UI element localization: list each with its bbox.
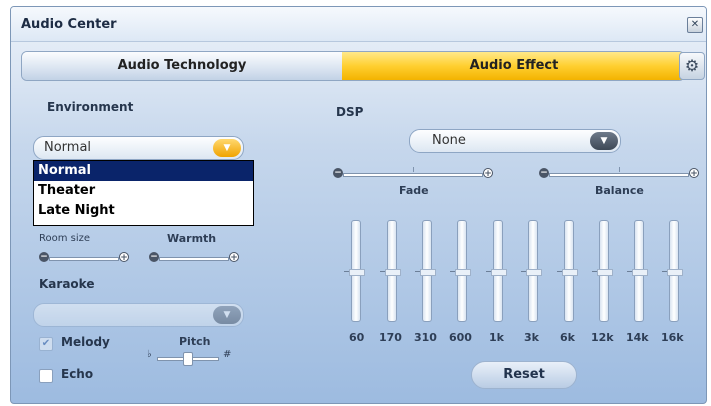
close-icon[interactable]: ✕ bbox=[687, 17, 703, 33]
chevron-down-icon[interactable]: ▼ bbox=[590, 132, 618, 150]
balance-slider[interactable]: − + bbox=[539, 167, 699, 181]
eq-slider[interactable] bbox=[415, 220, 436, 322]
tab-audio-technology[interactable]: Audio Technology bbox=[22, 52, 342, 80]
eq-slider[interactable] bbox=[627, 220, 648, 322]
chevron-down-icon[interactable]: ▼ bbox=[213, 306, 241, 324]
eq-band-label: 12k bbox=[591, 331, 614, 344]
eq-band-label: 1k bbox=[489, 331, 504, 344]
minus-icon[interactable]: − bbox=[333, 168, 343, 178]
eq-slider[interactable] bbox=[557, 220, 578, 322]
environment-dropdown-list: Normal Theater Late Night bbox=[33, 160, 254, 226]
echo-checkbox[interactable] bbox=[39, 369, 53, 383]
dsp-label: DSP bbox=[336, 105, 364, 119]
environment-label: Environment bbox=[47, 100, 134, 114]
eq-band-label: 14k bbox=[626, 331, 649, 344]
eq-band-label: 16k bbox=[661, 331, 684, 344]
dropdown-option-late-night[interactable]: Late Night bbox=[34, 201, 253, 221]
balance-label: Balance bbox=[595, 184, 644, 197]
dsp-selected-value: None bbox=[432, 133, 466, 148]
dropdown-option-theater[interactable]: Theater bbox=[34, 181, 253, 201]
room-size-label: Room size bbox=[39, 233, 91, 244]
tab-audio-effect[interactable]: Audio Effect bbox=[342, 52, 684, 80]
fade-label: Fade bbox=[399, 184, 429, 197]
plus-icon[interactable]: + bbox=[119, 252, 129, 263]
plus-icon[interactable]: + bbox=[483, 168, 493, 179]
pitch-flat-label: ♭ bbox=[147, 349, 152, 360]
plus-icon[interactable]: + bbox=[229, 252, 239, 263]
minus-icon[interactable]: − bbox=[149, 252, 159, 262]
karaoke-label: Karaoke bbox=[39, 277, 95, 291]
environment-selected-value: Normal bbox=[44, 140, 92, 155]
title-bar: Audio Center ✕ bbox=[11, 7, 706, 42]
eq-slider[interactable] bbox=[344, 220, 365, 322]
eq-band-label: 310 bbox=[414, 331, 437, 344]
room-size-slider[interactable]: − + bbox=[39, 251, 129, 265]
reset-button[interactable]: Reset bbox=[471, 361, 577, 389]
fade-slider[interactable]: − + bbox=[333, 167, 493, 181]
chevron-down-icon[interactable]: ▼ bbox=[213, 139, 241, 157]
eq-slider[interactable] bbox=[380, 220, 401, 322]
eq-band-label: 3k bbox=[524, 331, 539, 344]
pitch-label: Pitch bbox=[179, 335, 211, 348]
eq-band-label: 60 bbox=[349, 331, 365, 344]
environment-select[interactable]: Normal ▼ bbox=[33, 136, 244, 160]
minus-icon[interactable]: − bbox=[539, 168, 549, 178]
pitch-sharp-label: # bbox=[223, 349, 232, 360]
warmth-label: Warmth bbox=[167, 232, 217, 245]
melody-checkbox[interactable]: ✔ bbox=[39, 337, 53, 351]
eq-slider[interactable] bbox=[592, 220, 613, 322]
eq-slider[interactable] bbox=[521, 220, 542, 322]
minus-icon[interactable]: − bbox=[39, 252, 49, 262]
eq-slider[interactable] bbox=[662, 220, 683, 322]
melody-label: Melody bbox=[61, 335, 110, 349]
gear-icon[interactable]: ⚙ bbox=[679, 52, 705, 80]
eq-slider[interactable] bbox=[486, 220, 507, 322]
dropdown-option-normal[interactable]: Normal bbox=[34, 161, 253, 181]
window-title: Audio Center bbox=[21, 17, 117, 32]
echo-label: Echo bbox=[61, 367, 94, 381]
eq-band-label: 6k bbox=[560, 331, 575, 344]
plus-icon[interactable]: + bbox=[689, 168, 699, 179]
audio-center-window: Audio Center ✕ Audio Technology Audio Ef… bbox=[10, 6, 707, 404]
pitch-slider[interactable] bbox=[157, 351, 219, 366]
warmth-slider[interactable]: − + bbox=[149, 251, 239, 265]
dsp-select[interactable]: None ▼ bbox=[409, 129, 621, 153]
pitch-slider-thumb[interactable] bbox=[183, 352, 193, 366]
eq-band-label: 600 bbox=[449, 331, 472, 344]
tab-bar: Audio Technology Audio Effect bbox=[21, 51, 685, 81]
eq-slider[interactable] bbox=[450, 220, 471, 322]
karaoke-select[interactable]: ▼ bbox=[33, 303, 244, 327]
eq-band-label: 170 bbox=[379, 331, 402, 344]
